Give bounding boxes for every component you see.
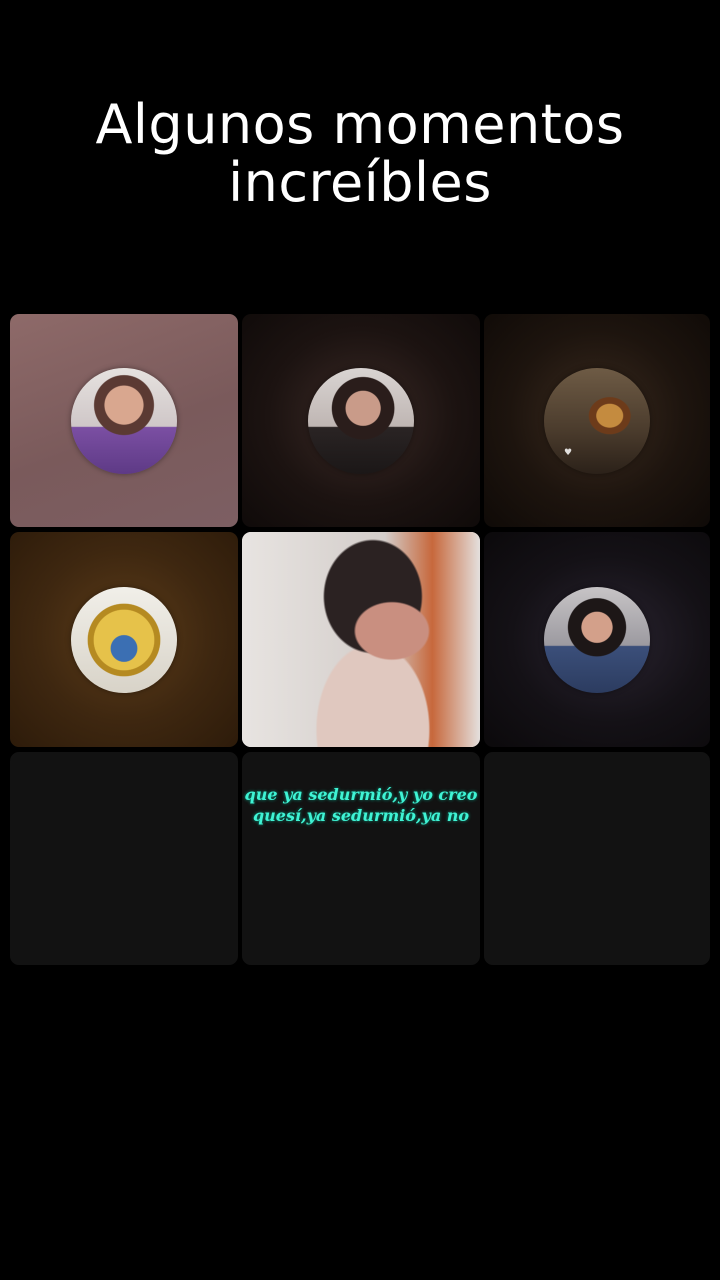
heart-icon: ♥ bbox=[564, 447, 573, 458]
participant-tile-4[interactable] bbox=[10, 532, 238, 747]
caption-line-2: quesí,ya sedurmió,ya no bbox=[252, 806, 470, 825]
user-avatar-icon[interactable] bbox=[544, 586, 650, 693]
user-avatar-icon[interactable] bbox=[71, 367, 177, 474]
video-stream bbox=[242, 532, 480, 747]
host-video-tile[interactable] bbox=[242, 532, 480, 747]
caption-tile: que ya sedurmió,y yo creo quesí,ya sedur… bbox=[242, 752, 480, 965]
user-avatar-icon[interactable] bbox=[71, 586, 177, 693]
participant-tile-6[interactable] bbox=[484, 532, 710, 747]
live-caption: que ya sedurmió,y yo creo quesí,ya sedur… bbox=[242, 784, 480, 826]
user-avatar-icon[interactable]: ♥ bbox=[544, 367, 650, 474]
empty-tile bbox=[484, 752, 710, 965]
caption-line-1: que ya sedurmió,y yo creo bbox=[244, 785, 478, 804]
empty-tile bbox=[10, 752, 238, 965]
participant-grid: ♥ que ya sedurmió,y yo creo quesí,ya sed… bbox=[0, 0, 720, 1280]
live-recap-screen: Algunos momentos increíbles ♥ que ya sed… bbox=[0, 0, 720, 1280]
participant-tile-2[interactable] bbox=[242, 314, 480, 527]
user-avatar-icon[interactable] bbox=[308, 367, 414, 474]
participant-tile-1[interactable] bbox=[10, 314, 238, 527]
participant-tile-3[interactable]: ♥ bbox=[484, 314, 710, 527]
